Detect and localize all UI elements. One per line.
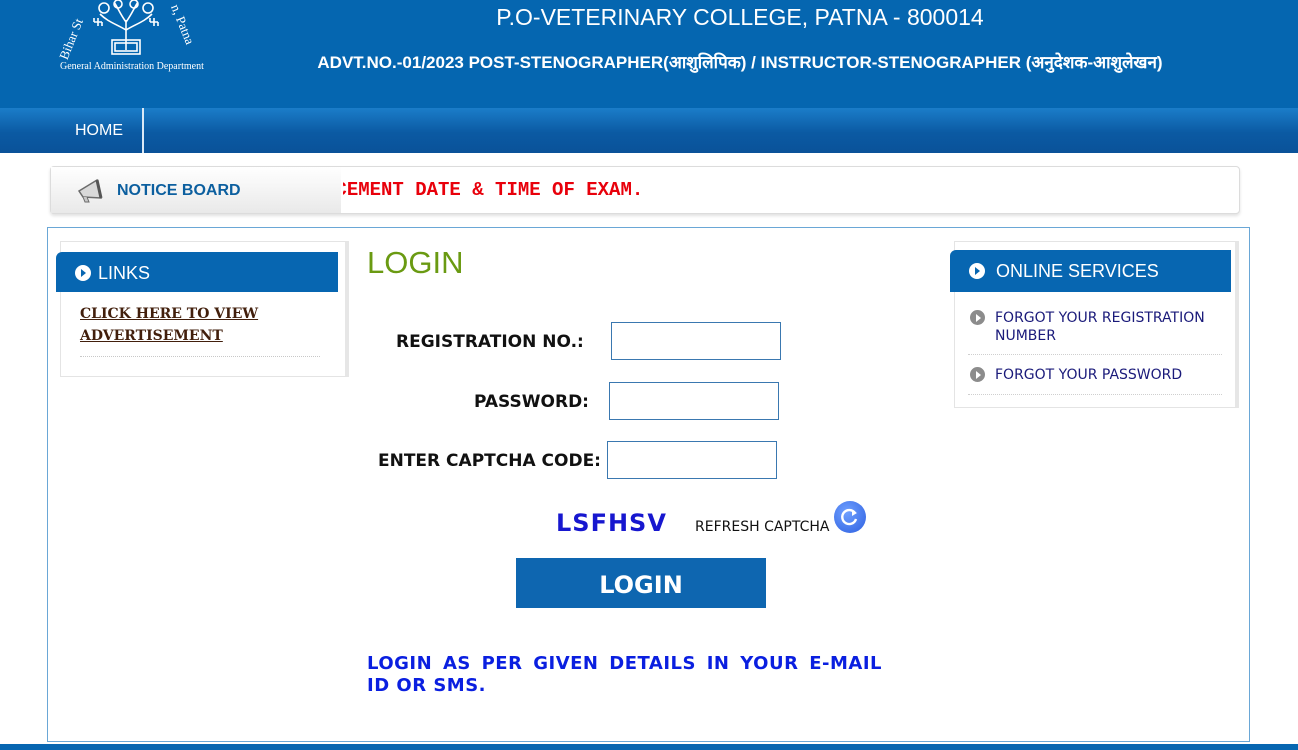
nav-home-link[interactable]: HOME xyxy=(56,108,144,153)
view-advertisement-link[interactable]: CLICK HERE TO VIEW ADVERTISEMENT xyxy=(80,303,320,347)
notice-marquee-text[interactable]: ANNOUNCEMENT DATE & TIME OF EXAM. xyxy=(343,179,643,201)
arrow-bullet-icon xyxy=(970,310,985,325)
notice-marquee[interactable]: ANNOUNCEMENT DATE & TIME OF EXAM. xyxy=(343,167,1233,213)
password-input[interactable] xyxy=(609,382,779,420)
online-services-header: ONLINE SERVICES xyxy=(950,250,1231,292)
forgot-registration-text[interactable]: FORGOT YOUR REGISTRATION NUMBER xyxy=(995,309,1205,345)
site-header: Bihar St n, Patna General Administration… xyxy=(0,0,1298,108)
captcha-label: ENTER CAPTCHA CODE: xyxy=(378,451,601,471)
links-divider xyxy=(80,356,320,357)
forgot-registration-link[interactable]: FORGOT YOUR REGISTRATION NUMBER xyxy=(968,309,1222,355)
arrow-bullet-icon xyxy=(970,367,985,382)
notice-board: NOTICE BOARD ANNOUNCEMENT DATE & TIME OF… xyxy=(50,166,1240,214)
login-note: LOGIN AS PER GIVEN DETAILS IN YOUR E-MAI… xyxy=(367,653,882,696)
online-services-title: ONLINE SERVICES xyxy=(996,261,1159,281)
nav-bar: HOME xyxy=(0,108,1298,153)
notice-board-title: NOTICE BOARD xyxy=(117,182,241,199)
login-button[interactable]: LOGIN xyxy=(516,558,766,608)
college-title: P.O-VETERINARY COLLEGE, PATNA - 800014 xyxy=(496,4,984,30)
registration-label: REGISTRATION NO.: xyxy=(396,332,584,352)
arrow-circle-icon xyxy=(75,265,91,281)
forgot-password-text[interactable]: FORGOT YOUR PASSWORD xyxy=(995,366,1205,384)
footer-bar xyxy=(0,744,1298,750)
login-title: LOGIN xyxy=(367,245,464,280)
forgot-password-link[interactable]: FORGOT YOUR PASSWORD xyxy=(968,366,1222,395)
links-title: LINKS xyxy=(98,263,151,283)
refresh-captcha-label[interactable]: REFRESH CAPTCHA xyxy=(695,519,829,535)
arrow-circle-icon xyxy=(969,263,985,279)
captcha-code: LSFHSV xyxy=(556,509,667,537)
registration-input[interactable] xyxy=(611,322,781,360)
refresh-icon[interactable] xyxy=(834,501,866,533)
captcha-input[interactable] xyxy=(607,441,777,479)
password-label: PASSWORD: xyxy=(474,392,589,412)
links-header: LINKS xyxy=(56,252,338,292)
megaphone-icon xyxy=(77,178,103,203)
advertisement-title: ADVT.NO.-01/2023 POST-STENOGRAPHER(आशुलि… xyxy=(317,53,1163,72)
notice-board-label-area: NOTICE BOARD xyxy=(51,167,341,213)
